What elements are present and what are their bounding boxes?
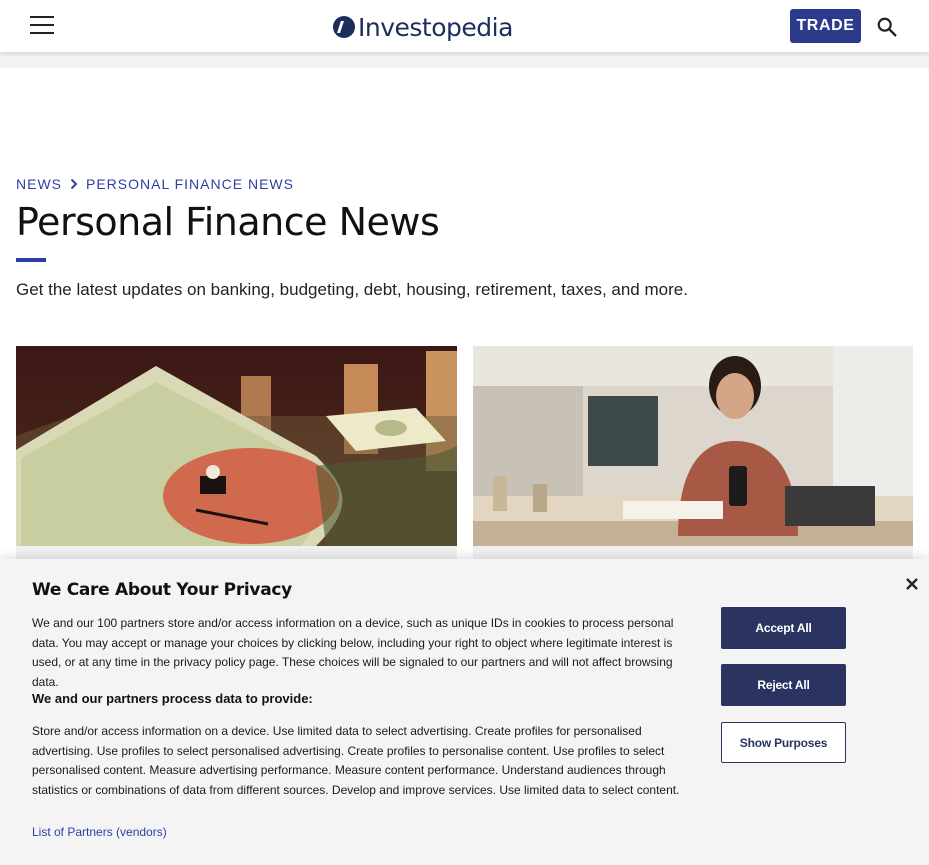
breadcrumb-personal-finance-news[interactable]: PERSONAL FINANCE NEWS bbox=[86, 176, 294, 192]
accept-all-button[interactable]: Accept All bbox=[721, 607, 846, 649]
logo-mark-icon bbox=[333, 16, 355, 38]
reject-all-button[interactable]: Reject All bbox=[721, 664, 846, 706]
trade-button[interactable]: TRADE bbox=[790, 9, 861, 43]
chevron-right-icon bbox=[70, 178, 78, 190]
privacy-description: We and our 100 partners store and/or acc… bbox=[32, 616, 674, 689]
privacy-consent-banner: We Care About Your Privacy We and our 10… bbox=[0, 559, 929, 865]
site-logo[interactable]: Investopedia bbox=[333, 10, 513, 44]
search-icon[interactable] bbox=[876, 16, 898, 38]
ad-band bbox=[0, 52, 929, 68]
page-title: Personal Finance News bbox=[16, 200, 440, 244]
privacy-purposes-heading: We and our partners process data to prov… bbox=[32, 691, 313, 706]
logo-text: Investopedia bbox=[358, 12, 513, 42]
privacy-title: We Care About Your Privacy bbox=[32, 580, 292, 600]
title-underline bbox=[16, 258, 46, 262]
breadcrumb: NEWS PERSONAL FINANCE NEWS bbox=[16, 176, 294, 192]
article-card-image[interactable] bbox=[16, 346, 457, 546]
close-icon[interactable] bbox=[904, 576, 920, 592]
site-header: Investopedia TRADE bbox=[0, 0, 929, 52]
privacy-purposes-list: Store and/or access information on a dev… bbox=[32, 724, 680, 797]
article-card-image[interactable] bbox=[473, 346, 913, 546]
breadcrumb-news[interactable]: NEWS bbox=[16, 176, 62, 192]
show-purposes-button[interactable]: Show Purposes bbox=[721, 722, 846, 763]
retirement-illustration bbox=[16, 346, 457, 546]
woman-at-desk-photo bbox=[473, 346, 913, 546]
hamburger-menu-icon[interactable] bbox=[30, 16, 54, 36]
partners-list-link[interactable]: List of Partners (vendors) bbox=[32, 825, 167, 839]
page-subtitle: Get the latest updates on banking, budge… bbox=[16, 280, 688, 299]
